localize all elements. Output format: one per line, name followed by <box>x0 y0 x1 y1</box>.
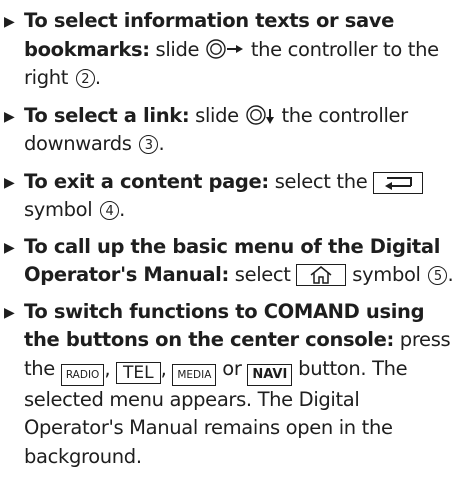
bullet-triangle-icon: ▶ <box>4 108 15 125</box>
instruction-heading: To exit a content page: <box>24 169 269 193</box>
home-symbol <box>296 264 347 286</box>
controller-knob-right-arrow-icon <box>206 38 244 59</box>
callout-number: 3 <box>139 135 159 154</box>
list-item: ▶ To switch functions to COMAND using th… <box>4 298 459 472</box>
list-item-text: To switch functions to COMAND using the … <box>24 299 451 468</box>
list-item: ▶ To select a link: slide the controller… <box>4 102 459 159</box>
list-item-text: To exit a content page: select the symbo… <box>24 168 459 225</box>
instruction-heading: To switch functions to COMAND using the … <box>24 299 425 352</box>
home-icon <box>310 266 332 284</box>
media-key: MEDIA <box>172 363 217 386</box>
callout-number: 2 <box>75 69 95 88</box>
list-item: ▶ To select information texts or save bo… <box>4 7 459 93</box>
list-item: ▶ To exit a content page: select the sym… <box>4 168 459 225</box>
instruction-list: ▶ To select information texts or save bo… <box>0 0 467 471</box>
list-item-text: To select information texts or save book… <box>24 9 439 89</box>
radio-key: RADIO <box>60 363 105 386</box>
bullet-triangle-icon: ▶ <box>4 239 15 256</box>
instruction-heading: To select a link: <box>24 103 190 127</box>
list-item: ▶ To call up the basic menu of the Digit… <box>4 233 459 290</box>
navi-key: NAVI <box>247 363 293 386</box>
bullet-triangle-icon: ▶ <box>4 304 15 321</box>
callout-number: 5 <box>428 266 448 285</box>
back-arrow-icon <box>385 176 413 190</box>
controller-knob-down-arrow-icon <box>245 104 274 125</box>
tel-key: TEL <box>116 361 161 384</box>
list-item-text: To call up the basic menu of the Digital… <box>24 234 454 286</box>
list-item-text: To select a link: slide the controller d… <box>24 103 408 156</box>
callout-number: 4 <box>100 201 120 220</box>
back-symbol <box>373 171 424 194</box>
bullet-triangle-icon: ▶ <box>4 14 15 30</box>
bullet-triangle-icon: ▶ <box>4 174 15 191</box>
